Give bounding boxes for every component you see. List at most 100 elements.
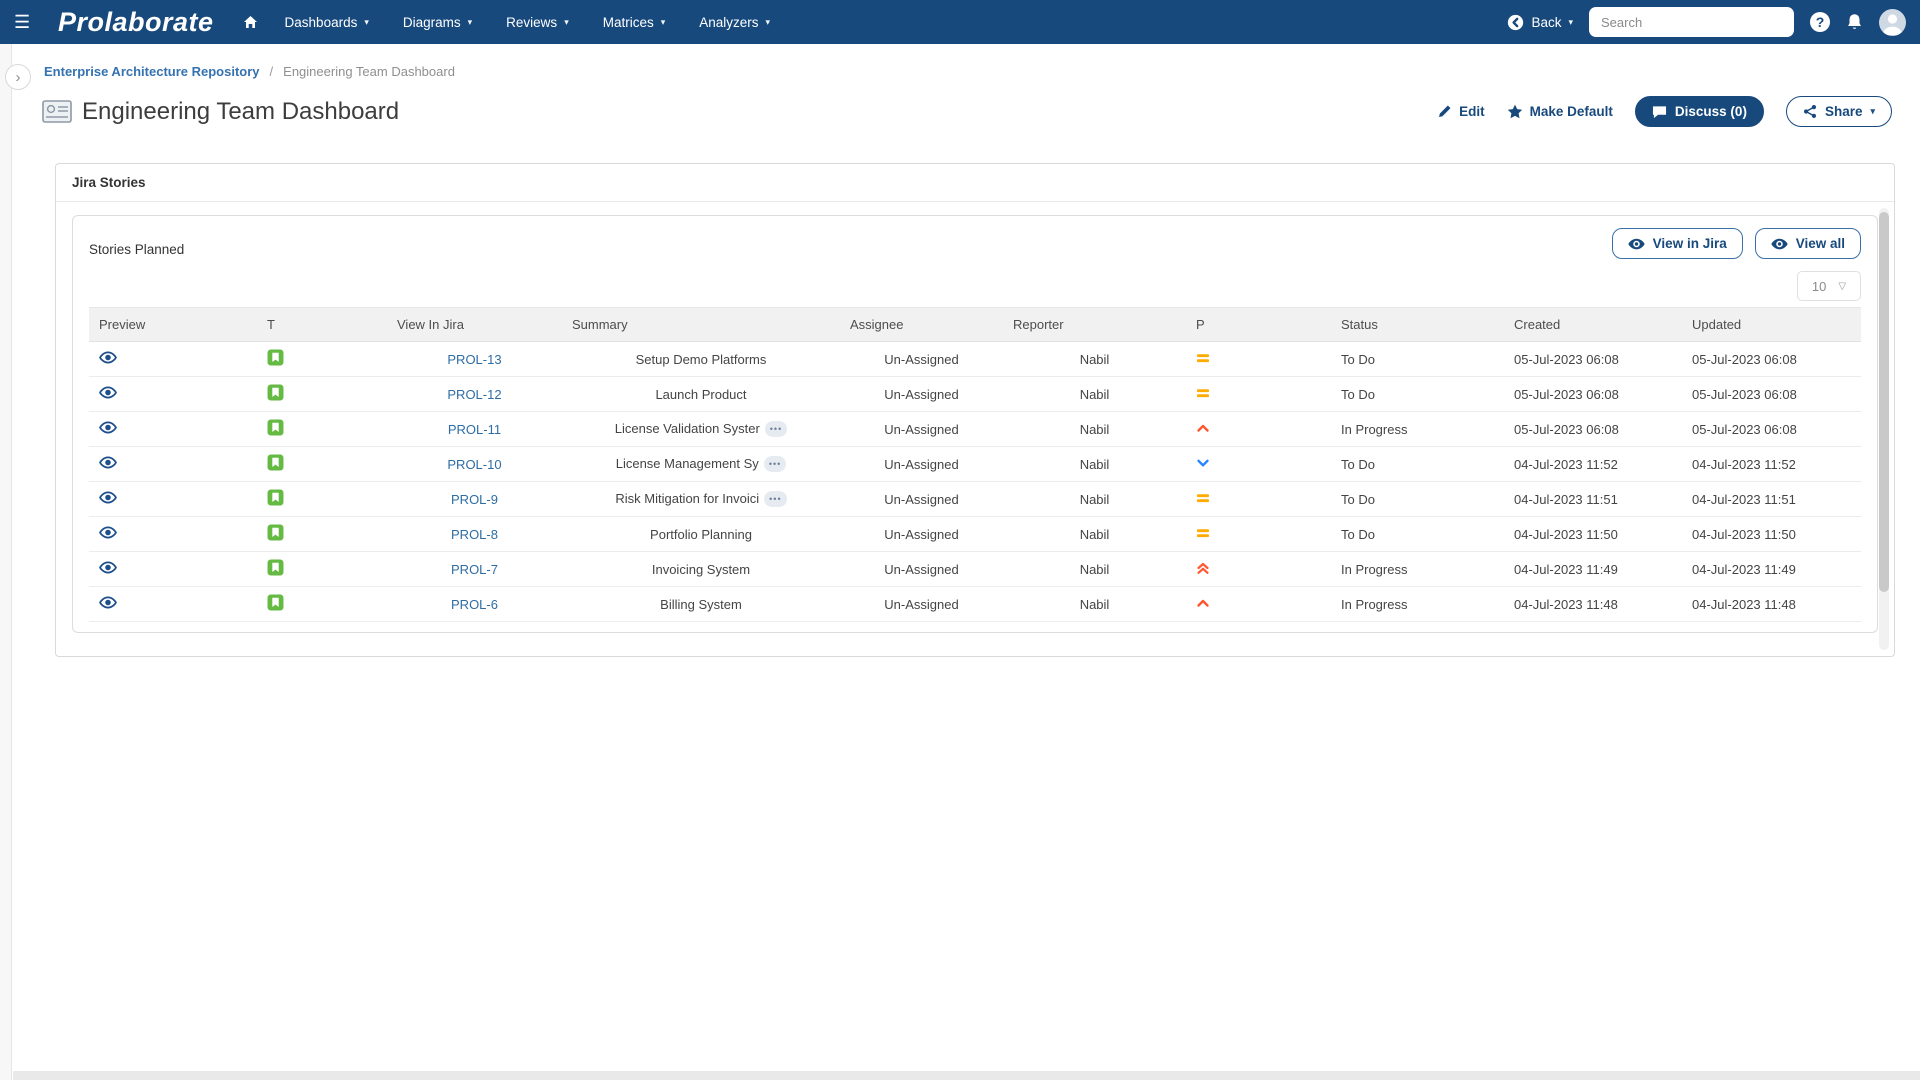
user-avatar[interactable] xyxy=(1879,8,1906,36)
page-size-select[interactable]: 10 ▽ xyxy=(1797,271,1861,301)
page-title: Engineering Team Dashboard xyxy=(42,98,399,126)
discuss-button[interactable]: Discuss (0) xyxy=(1634,96,1764,127)
page-size-value: 10 xyxy=(1811,278,1827,294)
scrollbar-thumb[interactable] xyxy=(1879,212,1889,593)
col-reporter: Reporter xyxy=(1003,307,1186,342)
nav-item-analyzers[interactable]: Analyzers ▾ xyxy=(699,15,770,30)
title-actions: Edit Make Default Discuss (0) Share ▾ xyxy=(1437,96,1892,127)
col-updated: Updated xyxy=(1682,307,1861,342)
stories-planned-widget: Stories Planned View in Jira View all 10… xyxy=(72,215,1878,633)
table-row: PROL-8 Portfolio Planning Un-Assigned Nabil… xyxy=(89,516,1861,552)
reporter-cell: Nabil xyxy=(1003,586,1186,622)
assignee-cell: Un-Assigned xyxy=(840,586,1003,622)
breadcrumb-root-link[interactable]: Enterprise Architecture Repository xyxy=(44,64,260,79)
brand-logo[interactable]: Prolaborate xyxy=(58,7,214,38)
share-button[interactable]: Share ▾ xyxy=(1785,96,1892,127)
sidebar-expand-button[interactable]: › xyxy=(5,64,31,90)
panel-title: Jira Stories xyxy=(56,164,1894,202)
assignee-cell: Un-Assigned xyxy=(840,516,1003,552)
home-icon[interactable] xyxy=(242,14,259,30)
widget-toolbar-right: View in Jira View all 10 ▽ xyxy=(1611,228,1861,301)
assignee-cell: Un-Assigned xyxy=(840,481,1003,517)
jira-key-link[interactable]: PROL-12 xyxy=(447,387,501,402)
preview-eye-icon[interactable] xyxy=(99,421,117,434)
jira-table-container: Preview T View In Jira Summary Assignee … xyxy=(89,307,1861,629)
created-cell: 05-Jul-2023 06:08 xyxy=(1504,411,1682,447)
nav-label: Analyzers xyxy=(699,14,759,30)
jira-key-link[interactable]: PROL-11 xyxy=(448,422,501,437)
jira-key-link[interactable]: PROL-10 xyxy=(447,457,501,472)
page-title-text: Engineering Team Dashboard xyxy=(82,97,400,125)
table-row: PROL-6 Billing System Un-Assigned Nabil In P… xyxy=(89,586,1861,622)
jira-key-link[interactable]: PROL-7 xyxy=(451,562,498,577)
updated-cell: 05-Jul-2023 06:08 xyxy=(1682,376,1861,412)
preview-eye-icon[interactable] xyxy=(99,561,117,574)
eye-icon xyxy=(1771,238,1788,249)
widget-title: Stories Planned xyxy=(89,242,185,257)
created-cell: 18-May-2022 16:42 xyxy=(1504,621,1682,629)
created-cell: 04-Jul-2023 11:49 xyxy=(1504,551,1682,587)
summary-text: Risk Mitigation for Invoici xyxy=(615,490,760,506)
jira-key-link[interactable]: PROL-9 xyxy=(451,492,498,507)
help-icon[interactable]: ? xyxy=(1810,12,1830,32)
status-cell: To Do xyxy=(1331,621,1504,629)
summary-ellipsis-chip[interactable]: ••• xyxy=(764,491,787,508)
preview-eye-icon[interactable] xyxy=(99,526,117,539)
reporter-cell: Nabil xyxy=(1003,481,1186,517)
status-cell: In Progress xyxy=(1331,411,1504,447)
select-caret-icon: ▽ xyxy=(1838,280,1847,292)
nav-item-dashboards[interactable]: Dashboards ▾ xyxy=(285,15,369,30)
make-default-button[interactable]: Make Default xyxy=(1507,104,1613,119)
title-row: Engineering Team Dashboard Edit Make Def… xyxy=(42,96,1892,127)
status-cell: In Progress xyxy=(1331,586,1504,622)
created-cell: 04-Jul-2023 11:48 xyxy=(1504,586,1682,622)
created-cell: 04-Jul-2023 11:50 xyxy=(1504,516,1682,552)
jira-stories-panel: Jira Stories Stories Planned View in Jir… xyxy=(55,163,1895,657)
summary-text: Billing System xyxy=(660,596,742,612)
edit-button[interactable]: Edit xyxy=(1437,104,1485,119)
created-cell: 05-Jul-2023 06:08 xyxy=(1504,341,1682,377)
reporter-cell: Nabil xyxy=(1003,516,1186,552)
summary-text: Setup Demo Platforms xyxy=(635,351,767,367)
preview-eye-icon[interactable] xyxy=(99,456,117,469)
pencil-icon xyxy=(1439,105,1451,117)
table-header-row: Preview T View In Jira Summary Assignee … xyxy=(89,307,1861,342)
summary-ellipsis-chip[interactable]: ••• xyxy=(763,456,787,473)
search-input[interactable] xyxy=(1599,13,1779,31)
preview-eye-icon[interactable] xyxy=(99,491,117,504)
jira-key-link[interactable]: PROL-8 xyxy=(451,527,498,542)
preview-eye-icon[interactable] xyxy=(99,351,117,364)
reporter-cell: Nabil xyxy=(1003,341,1186,377)
summary-ellipsis-chip[interactable]: ••• xyxy=(764,421,788,438)
assignee-cell: Un-Assigned xyxy=(840,341,1003,377)
col-summary: Summary xyxy=(562,307,840,342)
chevron-down-icon: ▾ xyxy=(364,16,369,27)
assignee-cell: Un-Assigned xyxy=(840,621,1003,629)
view-all-button[interactable]: View all xyxy=(1754,228,1861,259)
hamburger-menu-icon[interactable]: ☰ xyxy=(14,12,44,33)
priority-medium-icon xyxy=(1196,491,1210,505)
make-default-label: Make Default xyxy=(1529,104,1613,119)
nav-item-reviews[interactable]: Reviews ▾ xyxy=(506,15,569,30)
notifications-bell-icon[interactable] xyxy=(1846,13,1863,31)
preview-eye-icon[interactable] xyxy=(99,386,117,399)
jira-key-link[interactable]: PROL-13 xyxy=(447,352,501,367)
nav-item-matrices[interactable]: Matrices ▾ xyxy=(603,15,666,30)
nav-item-diagrams[interactable]: Diagrams ▾ xyxy=(403,15,472,30)
preview-eye-icon[interactable] xyxy=(99,596,117,609)
back-label: Back xyxy=(1531,14,1562,30)
story-type-icon xyxy=(267,559,284,576)
view-in-jira-button[interactable]: View in Jira xyxy=(1611,228,1743,259)
priority-low-icon xyxy=(1196,456,1210,470)
col-view-in-jira: View In Jira xyxy=(387,307,562,342)
jira-key-link[interactable]: PROL-6 xyxy=(451,597,498,612)
panel-vertical-scrollbar[interactable] xyxy=(1879,208,1889,650)
story-type-icon xyxy=(267,384,284,401)
chevron-down-icon: ▾ xyxy=(765,16,771,27)
story-type-icon xyxy=(267,594,284,611)
status-cell: In Progress xyxy=(1331,551,1504,587)
view-all-label: View all xyxy=(1795,236,1845,251)
page-horizontal-scrollbar[interactable] xyxy=(13,1071,1920,1080)
navbar-right: Back ▾ ? xyxy=(1507,7,1906,37)
back-button[interactable]: Back ▾ xyxy=(1507,14,1573,31)
